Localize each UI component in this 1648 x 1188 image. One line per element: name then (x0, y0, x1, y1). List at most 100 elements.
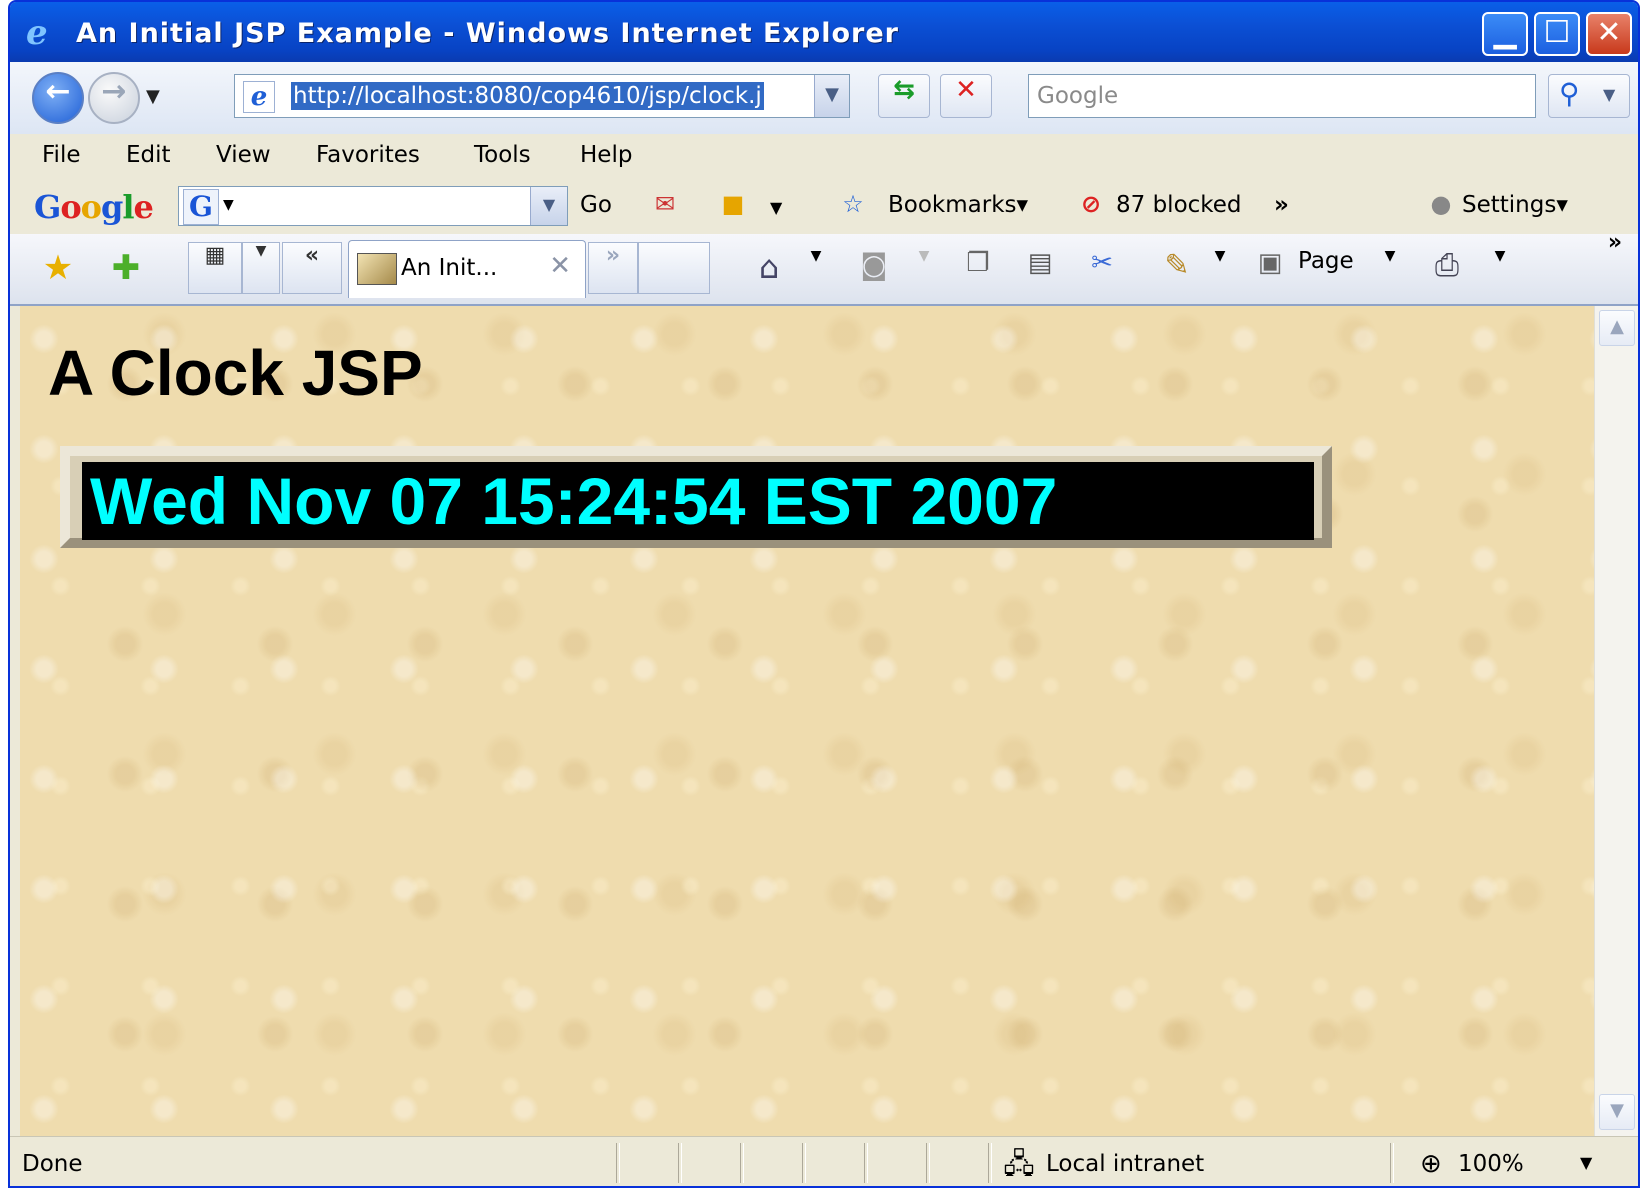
edit-pencil-icon[interactable]: ✎ (1152, 248, 1202, 288)
recent-pages-dropdown[interactable]: ▼ (146, 86, 160, 107)
zoom-level[interactable]: 100% (1458, 1151, 1524, 1177)
vertical-scrollbar[interactable]: ▲ ▼ (1594, 306, 1638, 1136)
menu-view[interactable]: View (216, 142, 271, 168)
google-logo[interactable]: Google (34, 188, 154, 226)
forward-button[interactable]: → (88, 72, 140, 124)
logo-letter: l (122, 188, 134, 226)
page-icon-cmd: ▣ (1257, 248, 1283, 278)
status-divider (678, 1143, 682, 1183)
quick-tabs-button[interactable]: ▦ (188, 242, 242, 294)
page-menu-button[interactable]: Page (1298, 248, 1354, 288)
home-icon[interactable]: ⌂ (744, 248, 794, 288)
copy-icon[interactable]: ❐ (956, 248, 1000, 288)
google-go-button[interactable]: Go (580, 192, 612, 218)
settings-button[interactable]: Settings▾ (1462, 192, 1568, 218)
window-title: An Initial JSP Example - Windows Interne… (76, 18, 899, 49)
logo-letter: G (34, 188, 61, 226)
search-placeholder: Google (1037, 83, 1119, 109)
status-divider (926, 1143, 930, 1183)
clock-display: Wed Nov 07 15:24:54 EST 2007 (82, 462, 1314, 540)
tab-an-initial-jsp[interactable]: An Init... ✕ (348, 240, 586, 298)
status-divider (802, 1143, 806, 1183)
zoom-icon: ⊕ (1420, 1149, 1442, 1179)
home-dropdown[interactable]: ▼ (806, 248, 826, 288)
refresh-icon: ⇆ (893, 75, 915, 105)
edit-dropdown[interactable]: ▼ (1210, 248, 1230, 288)
new-tab-button[interactable] (638, 242, 710, 294)
feeds-dropdown: ▼ (918, 248, 930, 264)
cut-icon[interactable]: ✂ (1080, 248, 1124, 288)
page-icon: e (243, 81, 275, 113)
back-arrow-icon: ← (45, 74, 71, 109)
google-search-input[interactable]: G ▼ ▼ (178, 186, 568, 226)
command-overflow-chevron[interactable]: » (1600, 230, 1630, 270)
print-dropdown[interactable]: ▼ (1490, 248, 1510, 288)
status-text: Done (22, 1151, 83, 1177)
status-bar: Done 🖧 Local intranet ⊕ 100% ▼ (10, 1136, 1638, 1186)
clock-frame: Wed Nov 07 15:24:54 EST 2007 (60, 446, 1332, 548)
logo-letter: o (60, 188, 81, 226)
close-button[interactable]: ✕ (1586, 12, 1632, 56)
google-g-icon[interactable]: G (183, 189, 219, 225)
ie-logo-icon: e (26, 13, 48, 53)
menu-edit[interactable]: Edit (126, 142, 171, 168)
popup-icon[interactable]: ■ (716, 190, 750, 222)
settings-icon: ● (1430, 190, 1452, 218)
add-favorite-icon[interactable]: ✚ (106, 248, 146, 288)
address-dropdown[interactable]: ▼ (814, 75, 849, 117)
scroll-tabs-right-button[interactable]: » (588, 242, 638, 294)
google-options-dropdown[interactable]: ▼ (223, 197, 234, 213)
logo-letter: e (133, 188, 154, 226)
toolbar-overflow-chevron[interactable]: » (1274, 192, 1289, 218)
address-url[interactable]: http://localhost:8080/cop4610/jsp/clock.… (291, 82, 764, 110)
forward-arrow-icon: → (101, 74, 127, 109)
popup-dropdown[interactable]: ▼ (770, 198, 782, 217)
title-bar: e An Initial JSP Example - Windows Inter… (10, 2, 1638, 62)
scroll-tabs-left-button[interactable]: « (282, 242, 342, 294)
scroll-up-button[interactable]: ▲ (1599, 310, 1635, 346)
menu-favorites[interactable]: Favorites (316, 142, 420, 168)
search-input[interactable]: Google (1028, 74, 1536, 118)
minimize-button[interactable]: ▁ (1482, 12, 1528, 56)
menu-bar: File Edit View Favorites Tools Help (10, 134, 1638, 178)
page-content: A Clock JSP Wed Nov 07 15:24:54 EST 2007 (20, 306, 1594, 1136)
print-icon[interactable]: ⎙ (1422, 248, 1472, 288)
tab-list-dropdown[interactable]: ▼ (242, 242, 280, 294)
zoom-dropdown[interactable]: ▼ (1580, 1153, 1592, 1172)
search-button[interactable]: ⚲ ▼ (1548, 74, 1630, 118)
stop-button[interactable]: ✕ (940, 74, 992, 118)
status-divider (864, 1143, 868, 1183)
pagerank-icon[interactable]: ✉ (648, 190, 682, 222)
scroll-down-button[interactable]: ▼ (1599, 1094, 1635, 1130)
status-divider (1390, 1143, 1394, 1183)
address-toolbar: ← → ▼ e http://localhost:8080/cop4610/js… (10, 62, 1638, 135)
security-zone[interactable]: Local intranet (1046, 1151, 1204, 1177)
blocked-count-button[interactable]: 87 blocked (1116, 192, 1242, 218)
bookmarks-button[interactable]: Bookmarks▾ (888, 192, 1028, 218)
logo-letter: g (101, 188, 123, 226)
favorites-star-icon[interactable]: ★ (38, 248, 78, 288)
paste-icon[interactable]: ▤ (1018, 248, 1062, 288)
browser-window: e An Initial JSP Example - Windows Inter… (8, 0, 1640, 1188)
tab-close-icon[interactable]: ✕ (549, 251, 571, 281)
refresh-button[interactable]: ⇆ (878, 74, 930, 118)
address-field[interactable]: e http://localhost:8080/cop4610/jsp/cloc… (234, 74, 850, 118)
menu-help[interactable]: Help (580, 142, 632, 168)
status-divider (616, 1143, 620, 1183)
search-options-dropdown[interactable]: ▼ (1603, 85, 1615, 104)
status-divider (740, 1143, 744, 1183)
back-button[interactable]: ← (32, 72, 84, 124)
quick-tabs-icon: ▦ (204, 243, 226, 268)
feeds-icon[interactable]: ◙ (852, 248, 896, 288)
google-history-dropdown[interactable]: ▼ (530, 187, 567, 225)
google-toolbar: Google G ▼ ▼ Go ✉ ■ ▼ ☆ Bookmarks▾ ⊘ 87 … (10, 178, 1638, 235)
popup-blocker-icon: ⊘ (1080, 190, 1102, 218)
logo-letter: o (80, 188, 102, 226)
maximize-button[interactable]: ☐ (1534, 12, 1580, 56)
tab-label: An Init... (401, 255, 498, 281)
page-dropdown[interactable]: ▼ (1380, 248, 1400, 288)
menu-file[interactable]: File (42, 142, 81, 168)
stop-icon: ✕ (955, 75, 977, 105)
tab-favicon (357, 253, 397, 285)
menu-tools[interactable]: Tools (474, 142, 531, 168)
